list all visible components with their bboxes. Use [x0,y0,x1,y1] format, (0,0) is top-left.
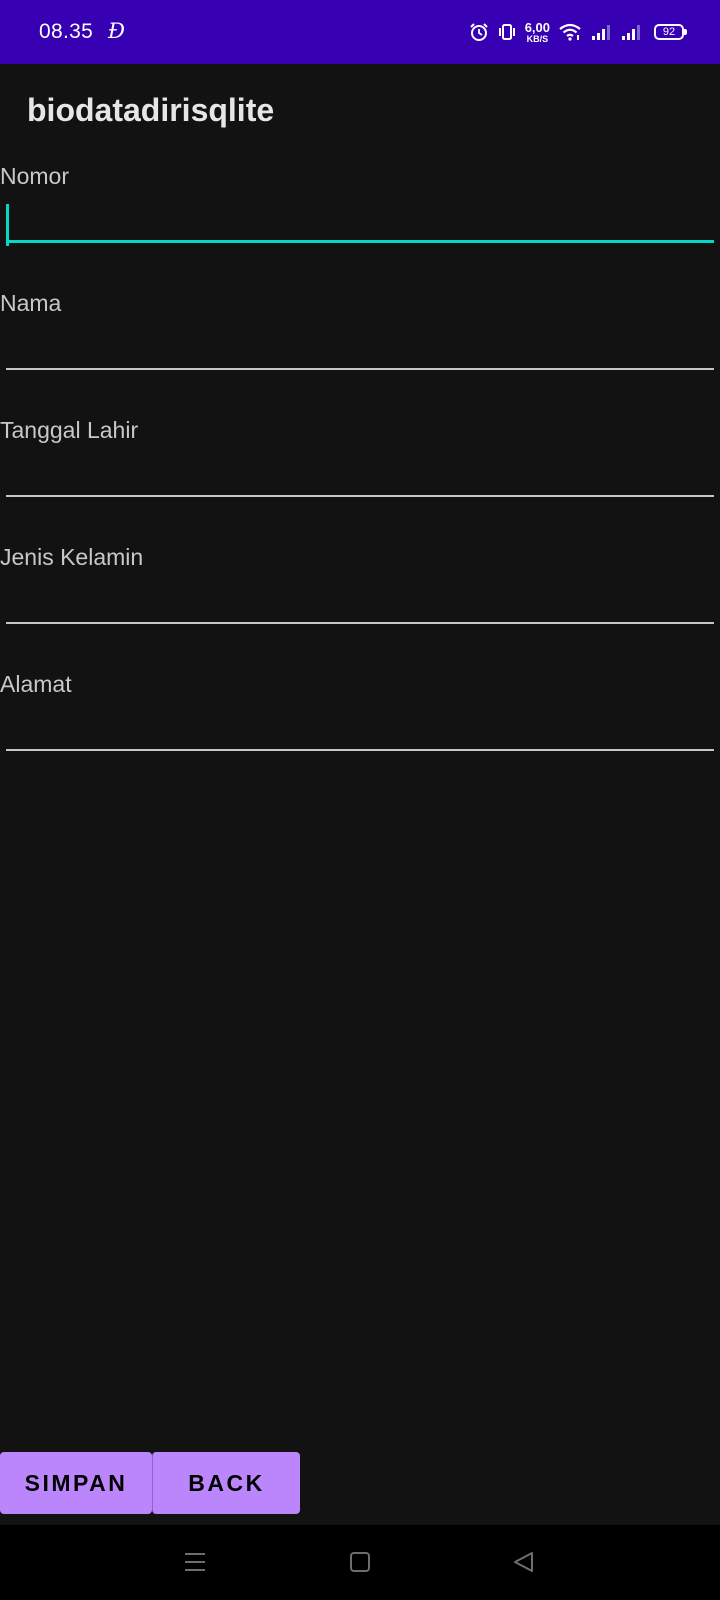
app-title: biodatadirisqlite [27,92,275,128]
status-bar: 08.35 Đ 6,00 KB/S 92 [0,0,720,64]
nama-input[interactable] [6,322,714,370]
back-button[interactable]: BACK [152,1452,300,1514]
signal-icon [592,25,610,40]
alamat-input[interactable] [6,703,714,751]
status-time: 08.35 [39,20,94,43]
wifi-icon [559,23,581,41]
tanggal-lahir-input[interactable] [6,449,714,497]
vibrate-icon [498,24,515,40]
net-speed-value: 6,00 [524,19,550,35]
field-label-alamat: Alamat [0,671,72,697]
home-icon[interactable] [347,1549,373,1575]
status-icons: 6,00 KB/S 92 [469,18,687,46]
navigation-bar [0,1525,720,1600]
field-label-nomor: Nomor [0,163,70,189]
alarm-icon [469,23,488,41]
nomor-input[interactable] [6,195,714,243]
field-label-jenis-kelamin: Jenis Kelamin [0,544,144,570]
back-icon[interactable] [511,1549,537,1575]
battery-icon: 92 [654,24,687,40]
signal-icon [622,25,640,40]
net-speed: 6,00 KB/S [525,21,550,44]
text-caret [6,204,9,246]
net-speed-unit: KB/S [526,33,549,44]
jenis-kelamin-input[interactable] [6,576,714,624]
save-button[interactable]: SIMPAN [0,1452,152,1514]
menu-icon[interactable] [182,1549,208,1575]
battery-level: 92 [662,26,676,38]
field-label-nama: Nama [0,290,62,316]
field-label-tanggal-lahir: Tanggal Lahir [0,417,139,443]
notification-icon: Đ [108,19,125,43]
